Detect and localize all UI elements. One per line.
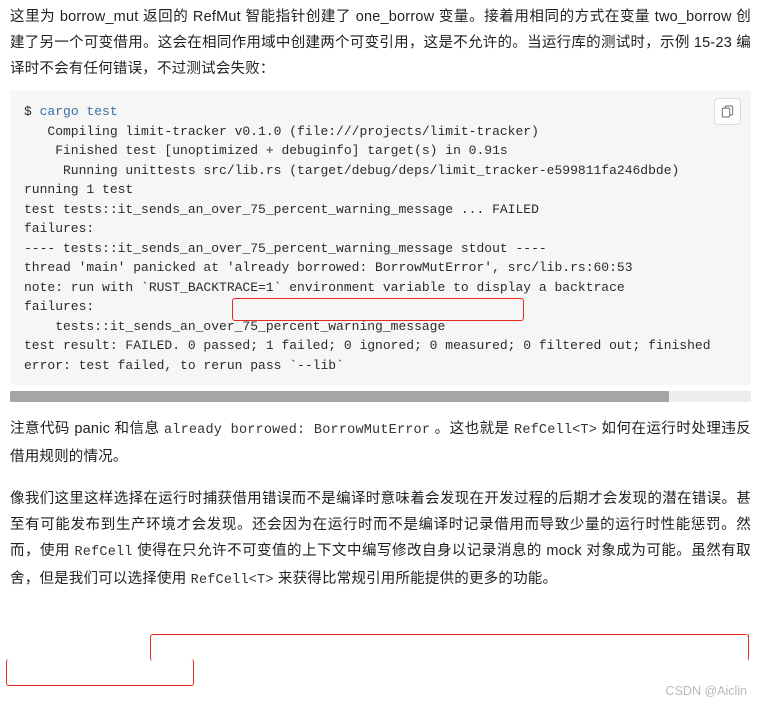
terminal-output: $ cargo test Compiling limit-tracker v0.… — [24, 102, 737, 375]
watermark: CSDN @Aiclin — [665, 684, 747, 698]
inline-code-refcell-3: RefCell<T> — [190, 573, 274, 588]
annotation-box-right-edge-line1 — [746, 634, 749, 660]
code-line: failures: — [24, 221, 95, 236]
scrollbar-thumb[interactable] — [10, 391, 670, 402]
code-line: test result: FAILED. 0 passed; 1 failed;… — [24, 338, 711, 353]
code-line: failures: — [24, 299, 95, 314]
shell-prompt: $ — [24, 104, 32, 119]
paragraph-panic-note: 注意代码 panic 和信息 already borrowed: BorrowM… — [10, 416, 751, 470]
shell-command: cargo test — [39, 104, 118, 119]
inline-code-refcell: RefCell<T> — [514, 423, 598, 438]
paragraph-tradeoffs: 像我们这里这样选择在运行时捕获借用错误而不是编译时意味着会发现在开发过程的后期才… — [10, 486, 751, 594]
code-line: Compiling limit-tracker v0.1.0 (file:///… — [24, 123, 539, 139]
annotation-box-refcell-mock-line2 — [6, 659, 194, 686]
paragraph-intro: 这里为 borrow_mut 返回的 RefMut 智能指针创建了 one_bo… — [10, 9, 751, 77]
terminal-code-block: $ cargo test Compiling limit-tracker v0.… — [10, 90, 751, 385]
code-line: ---- tests::it_sends_an_over_75_percent_… — [24, 240, 547, 256]
text-segment: 注意代码 panic 和信息 — [10, 421, 164, 437]
text-segment: 使用 — [39, 543, 75, 559]
inline-code-borrowmuterror: already borrowed: BorrowMutError — [163, 423, 431, 438]
document-page: 这里为 borrow_mut 返回的 RefMut 智能指针创建了 one_bo… — [0, 0, 761, 704]
annotation-box-refcell-mock-line1 — [150, 634, 748, 661]
text-segment: 。这也就是 — [430, 421, 515, 437]
text-segment: 使得在只允许不可变值的上下文中编写修改自身以记录消息的 mock 对象成为可能。 — [132, 543, 692, 559]
code-line: error: test failed, to rerun pass `--lib… — [24, 357, 344, 373]
copy-icon[interactable] — [714, 98, 741, 125]
code-line: Finished test [unoptimized + debuginfo] … — [24, 143, 508, 158]
code-line: tests::it_sends_an_over_75_percent_warni… — [24, 318, 446, 334]
code-line-panic: thread 'main' panicked at 'already borro… — [24, 260, 633, 275]
text-segment: 来获得比常规引用所能提供的更多的功能。 — [273, 571, 558, 587]
code-line: Running unittests src/lib.rs (target/deb… — [24, 162, 680, 178]
inline-code-refcell-2: RefCell — [74, 545, 133, 560]
code-horizontal-scrollbar[interactable] — [10, 391, 751, 402]
code-line: test tests::it_sends_an_over_75_percent_… — [24, 201, 539, 217]
code-line: running 1 test — [24, 182, 134, 197]
code-line: note: run with `RUST_BACKTRACE=1` enviro… — [24, 279, 625, 295]
text-segment: 但是我们可以选择使用 — [39, 571, 191, 587]
